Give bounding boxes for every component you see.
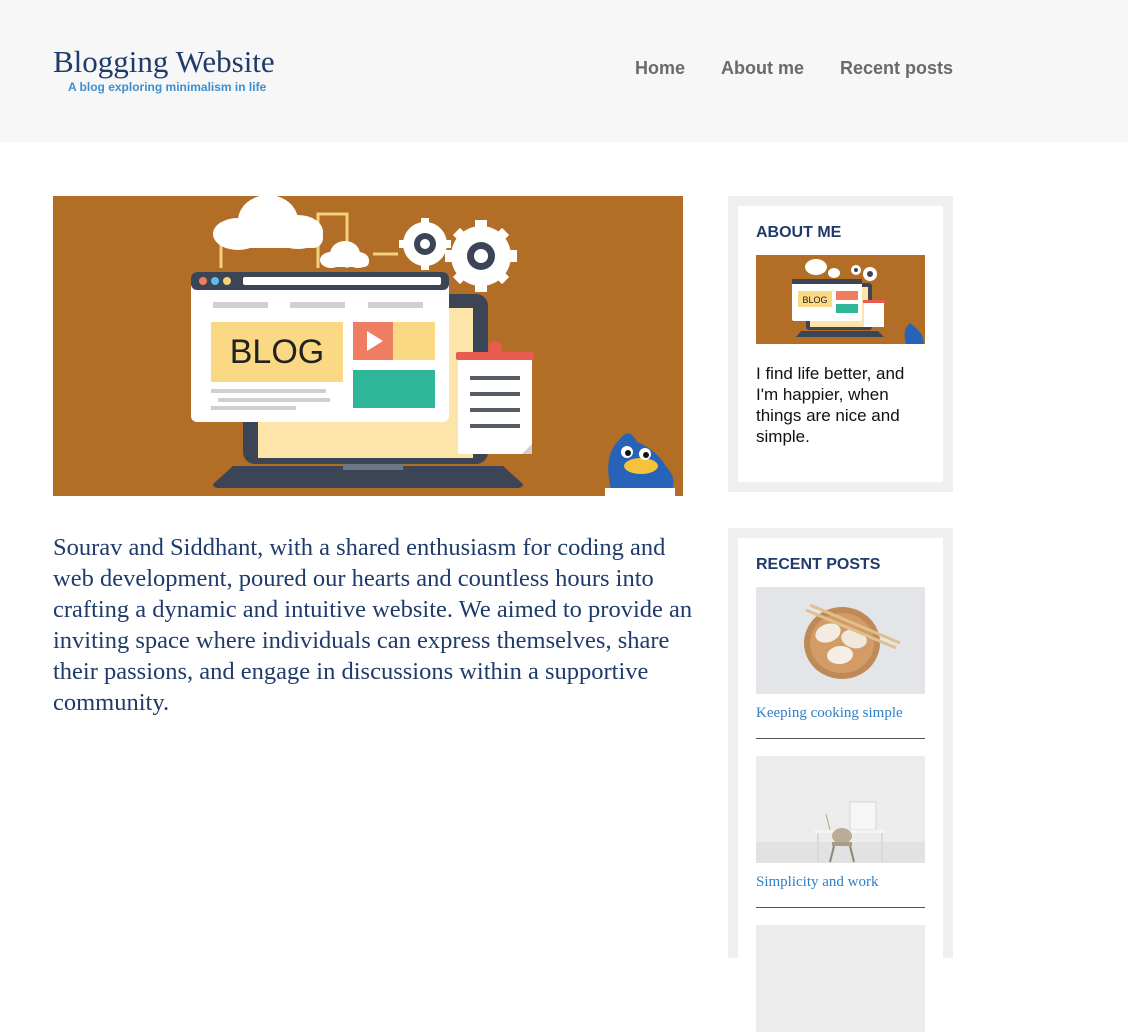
post-thumbnail[interactable] bbox=[756, 587, 925, 694]
about-blog-label: BLOG bbox=[802, 295, 827, 305]
post-divider bbox=[756, 738, 925, 739]
nav-recent-posts[interactable]: Recent posts bbox=[840, 58, 953, 78]
about-image: BLOG bbox=[756, 255, 925, 344]
recent-posts-widget: RECENT POSTS Keeping cooking simple Simp… bbox=[728, 528, 953, 1032]
recent-posts-widget-body: RECENT POSTS Keeping cooking simple Simp… bbox=[738, 538, 943, 1032]
site-title[interactable]: Blogging Website bbox=[53, 44, 275, 80]
intro-text: Sourav and Siddhant, with a shared enthu… bbox=[53, 534, 693, 716]
post-link-simplicity-and-work[interactable]: Simplicity and work bbox=[756, 873, 925, 891]
nav-home[interactable]: Home bbox=[635, 58, 685, 78]
dumpling-bowl-image bbox=[756, 587, 925, 694]
main-nav: Home About me Recent posts bbox=[635, 58, 989, 78]
about-illustration: BLOG bbox=[792, 259, 924, 344]
hero-blog-label: BLOG bbox=[230, 333, 324, 371]
recent-posts-title: RECENT POSTS bbox=[756, 556, 881, 573]
chair-desk-image bbox=[756, 756, 925, 863]
post-thumbnail[interactable] bbox=[756, 925, 925, 1032]
small-cloud-icon bbox=[320, 241, 369, 268]
browser-window: BLOG bbox=[191, 272, 449, 422]
about-text: I find life better, and I'm happier, whe… bbox=[756, 364, 905, 446]
about-widget-title: ABOUT ME bbox=[756, 224, 842, 241]
post-divider bbox=[756, 907, 925, 908]
recent-post-item bbox=[756, 925, 925, 1032]
recent-post-item: Simplicity and work bbox=[756, 756, 925, 908]
site-header: Blogging Website A blog exploring minima… bbox=[0, 0, 1128, 142]
mascot-icon bbox=[605, 433, 675, 496]
brand: Blogging Website A blog exploring minima… bbox=[53, 44, 275, 94]
nav-about-me[interactable]: About me bbox=[721, 58, 804, 78]
gear-icon bbox=[399, 218, 451, 270]
recent-post-item: Keeping cooking simple bbox=[756, 587, 925, 739]
hero-image: BLOG bbox=[53, 196, 683, 496]
post-thumbnail[interactable] bbox=[756, 756, 925, 863]
about-widget-body: ABOUT ME BLOG I find life better, and I'… bbox=[738, 206, 943, 482]
large-gear-icon bbox=[445, 220, 517, 292]
hero-illustration: BLOG bbox=[191, 196, 675, 496]
cloud-icon bbox=[213, 196, 323, 250]
site-tagline: A blog exploring minimalism in life bbox=[68, 80, 267, 94]
document-icon bbox=[456, 341, 534, 454]
about-widget: ABOUT ME BLOG I find life better, and I'… bbox=[728, 196, 953, 492]
post-link-keeping-cooking-simple[interactable]: Keeping cooking simple bbox=[756, 704, 925, 722]
